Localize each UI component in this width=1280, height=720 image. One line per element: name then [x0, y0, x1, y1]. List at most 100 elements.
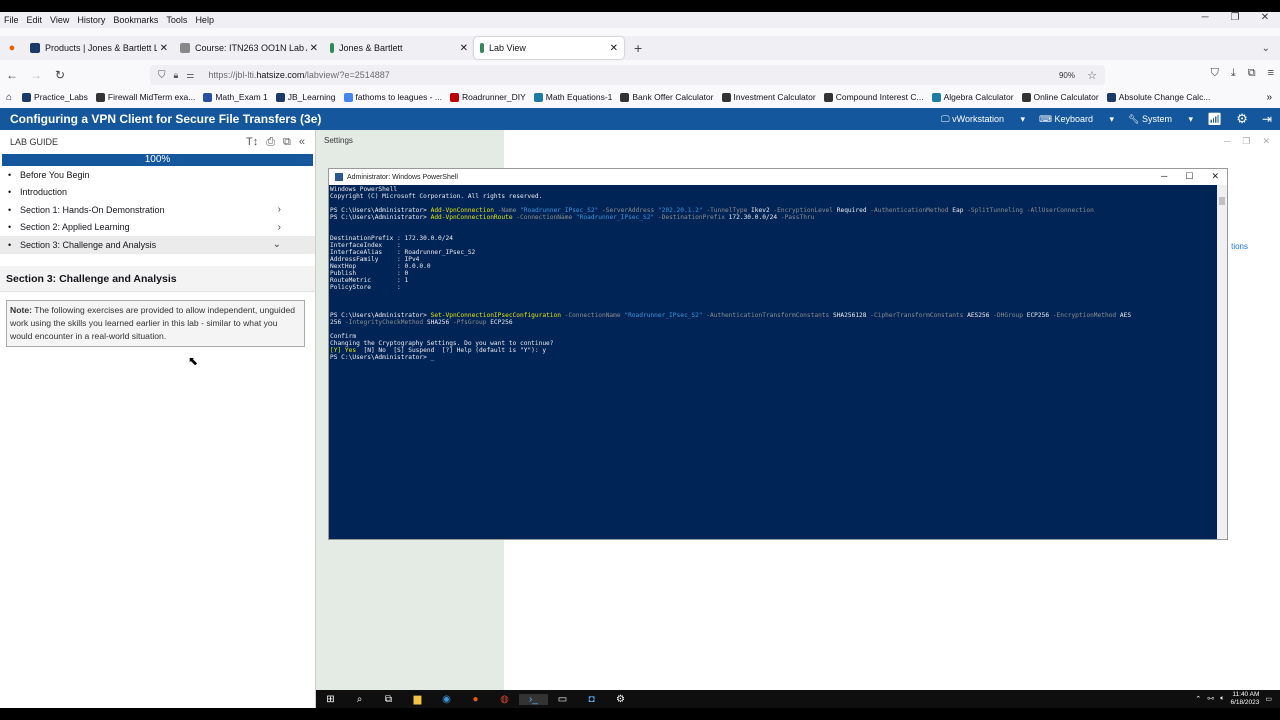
minimize-icon[interactable]: ─ — [1190, 12, 1220, 23]
wifi-icon[interactable]: 📶︎ — [1207, 112, 1222, 126]
powershell-window[interactable]: Administrator: Windows PowerShell ─ ☐ ✕ … — [328, 168, 1228, 540]
bookmark-item[interactable]: Online Calculator — [1021, 92, 1099, 102]
bookmark-item[interactable]: Math_Exam 1 — [203, 92, 268, 102]
close-icon[interactable]: ✕ — [1250, 12, 1280, 23]
bookmark-item[interactable]: fathoms to leagues - ... — [343, 92, 442, 102]
menu-file[interactable]: File — [0, 15, 23, 25]
maximize-icon[interactable]: ❐ — [1242, 136, 1250, 147]
toc-item-introduction[interactable]: • Introduction — [0, 184, 315, 202]
bookmark-item[interactable]: Compound Interest C... — [823, 92, 924, 102]
toc-item-section-1[interactable]: • Section 1: Hands-On Demonstration › — [0, 201, 315, 219]
lock-icon[interactable]: 🔒︎ — [174, 70, 179, 81]
vworkstation-menu[interactable]: 🖵︎ vWorkstation ▾ — [941, 114, 1025, 125]
maximize-icon[interactable]: ☐ — [1185, 171, 1193, 182]
close-icon[interactable]: ✕ — [1211, 171, 1219, 182]
print-icon[interactable]: ⎙ — [266, 136, 275, 149]
bookmark-item[interactable]: JB_Learning — [275, 92, 336, 102]
toc-item-before-you-begin[interactable]: • Before You Begin — [0, 166, 315, 184]
back-icon[interactable]: ← — [0, 68, 24, 82]
bookmark-item[interactable]: Practice_Labs — [22, 92, 88, 102]
firefox-icon: ● — [8, 42, 16, 54]
gear-icon[interactable]: ⚙ — [1236, 111, 1248, 127]
notifications-icon[interactable]: ▭ — [1265, 695, 1272, 703]
menu-bookmarks[interactable]: Bookmarks — [109, 15, 162, 25]
tab-close-icon[interactable]: ✕ — [310, 43, 318, 54]
permissions-icon[interactable]: ⚌ — [186, 70, 194, 81]
toc-item-section-3[interactable]: • Section 3: Challenge and Analysis ⌄ — [0, 236, 315, 254]
chevron-right-icon[interactable]: › — [278, 222, 281, 233]
tab-close-icon[interactable]: ✕ — [610, 43, 618, 54]
start-icon[interactable]: ⊞ — [316, 694, 345, 705]
firefox-icon[interactable]: ● — [461, 694, 490, 705]
close-icon[interactable]: ✕ — [1262, 136, 1270, 147]
task-view-icon[interactable]: ⧉ — [374, 694, 403, 705]
tab-favicon-icon — [480, 43, 484, 53]
tab-close-icon[interactable]: ✕ — [160, 43, 168, 54]
font-size-icon[interactable]: T↕ — [246, 136, 258, 149]
bookmark-item[interactable]: Absolute Change Calc... — [1106, 92, 1210, 102]
powershell-taskbar-icon[interactable]: ›_ — [519, 693, 548, 705]
edge-icon[interactable]: ◉ — [432, 694, 461, 705]
search-icon[interactable]: ⌕ — [345, 694, 374, 705]
tab-jones-bartlett[interactable]: Jones & Bartlett ✕ — [324, 37, 474, 59]
forward-icon[interactable]: → — [24, 68, 48, 82]
terminal-icon[interactable]: ▭ — [548, 694, 577, 705]
clock[interactable]: 11:40 AM 6/18/2023 — [1230, 691, 1259, 707]
powershell-scrollbar[interactable] — [1217, 185, 1227, 539]
file-explorer-icon[interactable]: ▆ — [403, 694, 432, 705]
bookmark-item[interactable]: Math Equations-1 — [533, 92, 612, 102]
collapse-icon[interactable]: « — [299, 136, 305, 149]
scrollbar-thumb[interactable] — [1219, 197, 1225, 205]
menu-help[interactable]: Help — [191, 15, 218, 25]
tab-label: Course: ITN263 OO1N Lab Acce — [195, 43, 307, 53]
menu-icon[interactable]: ≡ — [1268, 67, 1274, 80]
menu-tools[interactable]: Tools — [162, 15, 191, 25]
volume-icon[interactable]: 🔈︎ — [1220, 695, 1224, 703]
minimize-icon[interactable]: ─ — [1224, 136, 1230, 147]
system-menu[interactable]: 🔧︎ System ▾ — [1128, 114, 1193, 125]
settings-icon[interactable]: ⚙ — [606, 694, 635, 705]
chrome-icon[interactable]: ◍ — [490, 694, 519, 705]
menu-view[interactable]: View — [46, 15, 73, 25]
keyboard-menu[interactable]: ⌨ Keyboard ▾ — [1039, 114, 1114, 125]
chevron-down-icon[interactable]: ⌄ — [273, 239, 281, 250]
url-bar[interactable]: ⛉ 🔒︎ ⚌ https://jbl-lti.hatsize.com/labvi… — [150, 65, 1105, 85]
tray-chevron-icon[interactable]: ⌃ — [1195, 695, 1201, 703]
bookmark-favicon-icon — [1106, 92, 1116, 102]
more-bookmarks-icon[interactable]: » — [1266, 92, 1272, 103]
new-tab-button[interactable]: + — [634, 40, 642, 56]
remote-desktop[interactable]: Settings ─ ❐ ✕ tions Administrator: Wind… — [316, 130, 1280, 708]
home-icon[interactable]: ⌂ — [6, 92, 12, 103]
menu-edit[interactable]: Edit — [23, 15, 47, 25]
popout-icon[interactable]: ⧉ — [283, 136, 291, 149]
zoom-level[interactable]: 90% — [1059, 71, 1075, 80]
downloads-icon[interactable]: ⤓ — [1231, 67, 1236, 80]
pocket-icon[interactable]: ⛉ — [1211, 67, 1219, 80]
maximize-icon[interactable]: ❐ — [1220, 12, 1250, 23]
bookmark-star-icon[interactable]: ☆ — [1087, 69, 1097, 82]
shield-icon[interactable]: ⛉ — [158, 70, 166, 81]
powershell-console[interactable]: Windows PowerShell Copyright (C) Microso… — [329, 185, 1218, 539]
bookmark-item[interactable]: Investment Calculator — [721, 92, 816, 102]
tab-lab-view[interactable]: Lab View ✕ — [474, 37, 624, 59]
reload-icon[interactable]: ↻ — [48, 68, 72, 82]
tab-course[interactable]: Course: ITN263 OO1N Lab Acce ✕ — [174, 37, 324, 59]
url-text[interactable]: https://jbl-lti.hatsize.com/labview/?e=2… — [208, 70, 389, 80]
tab-close-icon[interactable]: ✕ — [460, 43, 468, 54]
bookmark-item[interactable]: Firewall MidTerm exa... — [95, 92, 195, 102]
list-tabs-icon[interactable]: ⌄ — [1262, 43, 1270, 54]
chat-icon[interactable]: ◘ — [577, 694, 606, 705]
extensions-icon[interactable]: ⧉ — [1248, 67, 1256, 80]
exit-icon[interactable]: ⇥ — [1262, 112, 1272, 126]
toc-item-section-2[interactable]: • Section 2: Applied Learning › — [0, 219, 315, 237]
bookmark-item[interactable]: Algebra Calculator — [931, 92, 1014, 102]
chevron-right-icon[interactable]: › — [278, 204, 281, 215]
tab-products[interactable]: Products | Jones & Bartlett Lear ✕ — [24, 37, 174, 59]
bookmark-item[interactable]: Bank Offer Calculator — [620, 92, 714, 102]
lab-guide-title: LAB GUIDE — [10, 137, 59, 147]
bookmark-item[interactable]: Roadrunner_DIY — [449, 92, 526, 102]
menu-history[interactable]: History — [73, 15, 109, 25]
minimize-icon[interactable]: ─ — [1161, 171, 1167, 182]
options-link[interactable]: tions — [1231, 242, 1248, 251]
network-icon[interactable]: ⧟ — [1207, 695, 1214, 703]
